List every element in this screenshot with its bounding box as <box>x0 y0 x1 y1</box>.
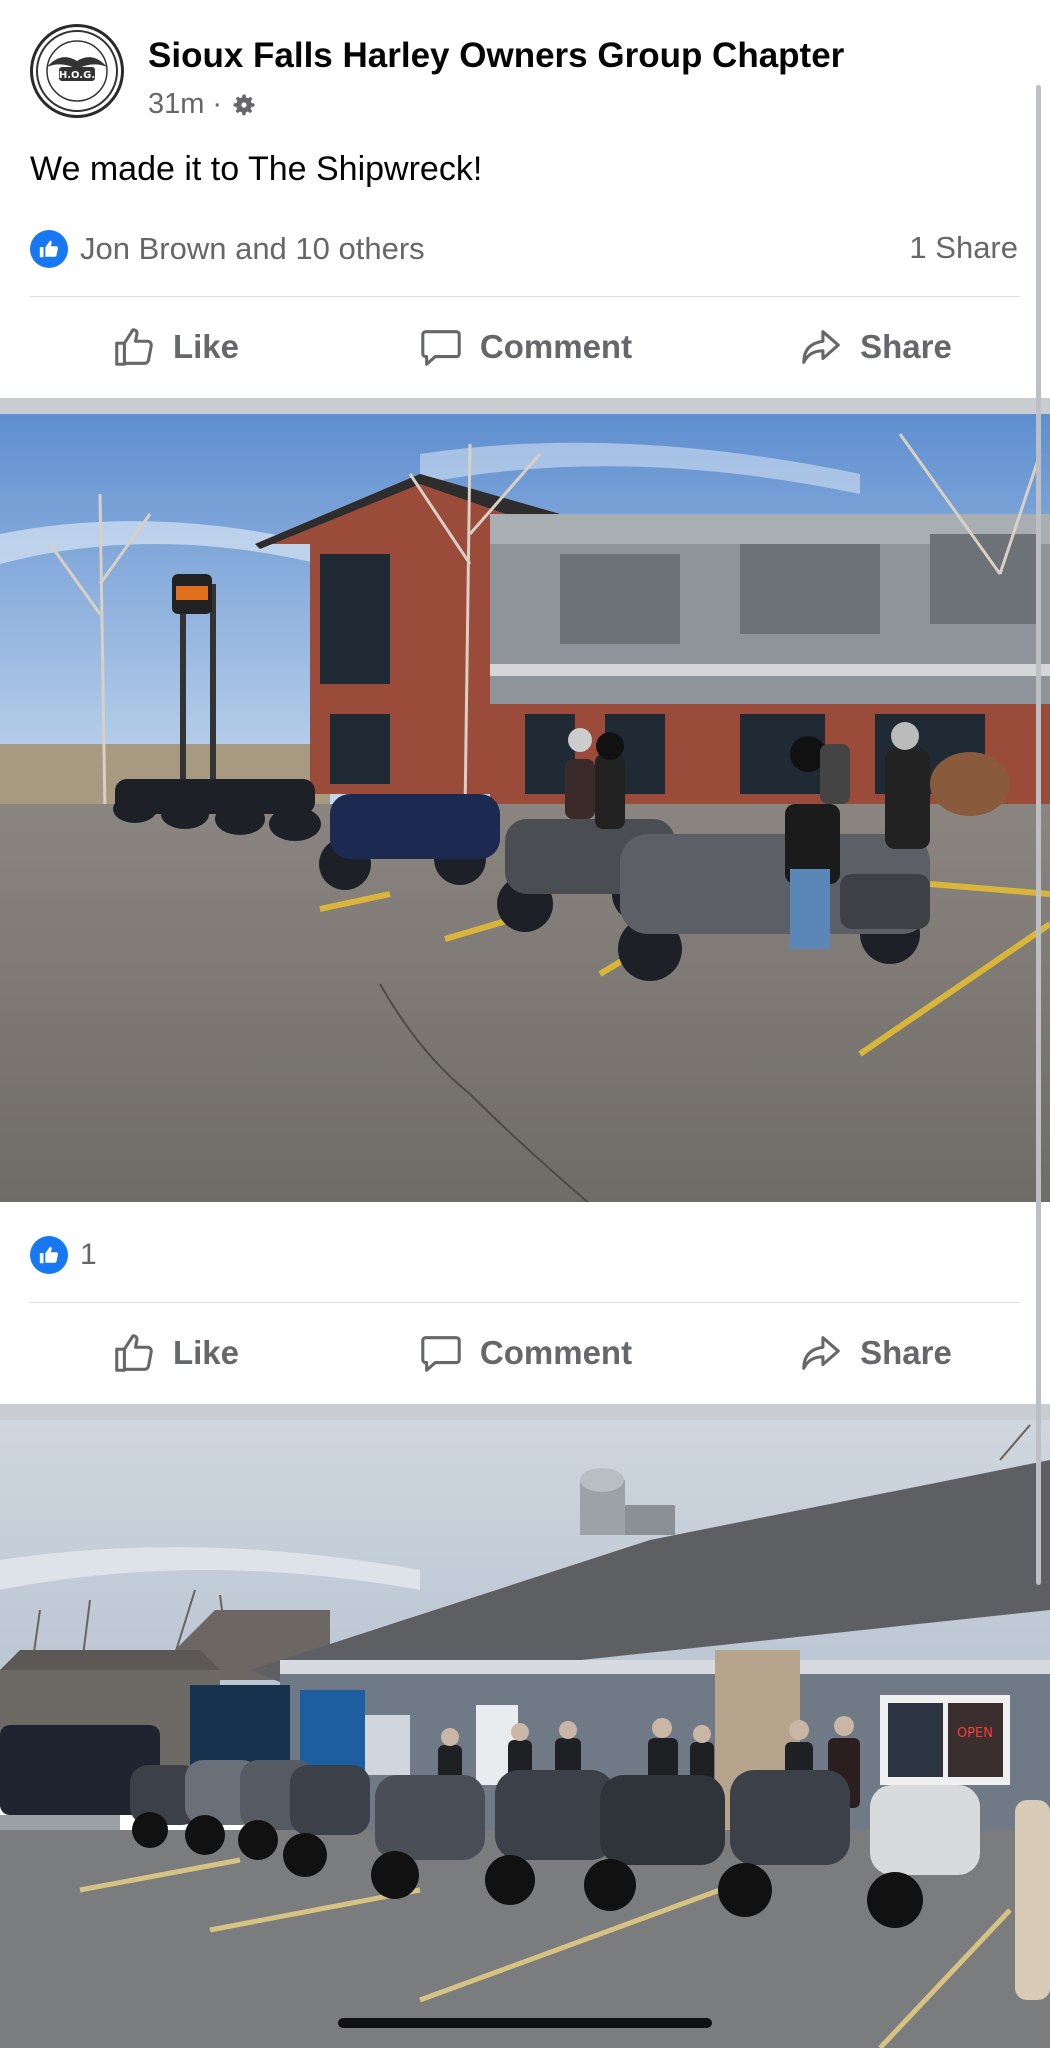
hog-logo-icon: H.O.G. <box>36 30 118 112</box>
share-label: Share <box>860 1334 952 1371</box>
comment-icon <box>421 1336 461 1372</box>
like-button[interactable]: Like <box>0 302 350 392</box>
like-label: Like <box>172 1334 240 1371</box>
shares-count[interactable]: 1 Share <box>909 230 1018 266</box>
comment-icon <box>421 330 461 366</box>
parking-lot-motorcycles-photo <box>0 414 1050 1202</box>
share-arrow-icon <box>802 330 840 364</box>
section-separator <box>0 398 1050 414</box>
share-label: Share <box>860 328 952 365</box>
meta-separator: · <box>212 88 223 120</box>
like-reaction-icon <box>30 230 68 268</box>
reactions-summary[interactable]: Jon Brown and 10 others <box>30 230 425 268</box>
page-name-link[interactable]: Sioux Falls Harley Owners Group Chapter <box>148 36 844 76</box>
reactions-text: Jon Brown and 10 others <box>80 231 425 266</box>
photo-1-action-bar: Like Comment Share <box>0 1308 1050 1398</box>
photo-1-comment-button[interactable]: Comment <box>350 1308 700 1398</box>
divider <box>30 296 1020 297</box>
photo-1-share-button[interactable]: Share <box>700 1308 1050 1398</box>
post-photo-2[interactable]: OPEN <box>0 1420 1050 2048</box>
post-meta: 31m · <box>148 88 258 121</box>
post-text: We made it to The Shipwreck! <box>30 150 483 188</box>
divider <box>30 1302 1020 1303</box>
thumbs-up-icon <box>115 328 153 366</box>
page-avatar[interactable]: H.O.G. <box>30 24 124 118</box>
svg-text:H.O.G.: H.O.G. <box>59 70 95 81</box>
comment-label: Comment <box>479 1334 633 1371</box>
section-separator <box>0 1404 1050 1420</box>
restaurant-motorcycles-photo: OPEN <box>0 1420 1050 2048</box>
post-header: H.O.G. Sioux Falls Harley Owners Group C… <box>0 0 1050 400</box>
like-reaction-icon <box>30 1236 68 1274</box>
like-label: Like <box>172 328 240 365</box>
post-action-bar: Like Comment Share <box>0 302 1050 392</box>
photo-1-like-button[interactable]: Like <box>0 1308 350 1398</box>
photo-1-reactions[interactable]: 1 <box>30 1236 97 1274</box>
svg-text:OPEN: OPEN <box>957 1726 993 1741</box>
comment-button[interactable]: Comment <box>350 302 700 392</box>
thumbs-up-icon <box>115 1334 153 1372</box>
post-photo-1[interactable] <box>0 414 1050 1202</box>
share-arrow-icon <box>802 1336 840 1370</box>
comment-label: Comment <box>479 328 633 365</box>
photo-1-reaction-count: 1 <box>80 1238 97 1271</box>
share-button[interactable]: Share <box>700 302 1050 392</box>
post-time[interactable]: 31m <box>148 88 204 121</box>
gear-icon[interactable] <box>230 91 258 119</box>
scrollbar[interactable] <box>1036 85 1041 1585</box>
home-indicator[interactable] <box>338 2018 712 2028</box>
